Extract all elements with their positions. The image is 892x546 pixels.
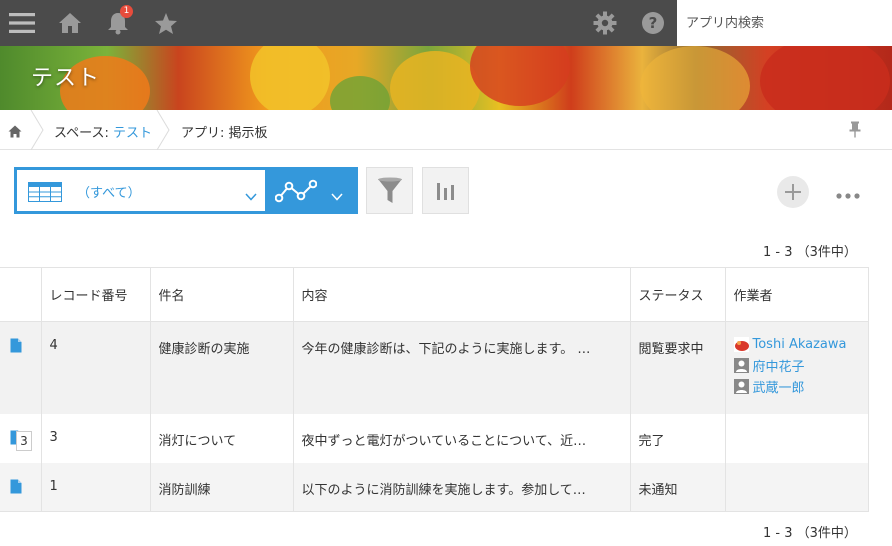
breadcrumb-separator-icon: [156, 110, 170, 150]
breadcrumb-space[interactable]: スペース: テスト: [54, 122, 152, 141]
content-cell: 今年の健康診断は、下記のように実施します。 …: [293, 321, 631, 414]
notification-badge: 1: [120, 5, 133, 18]
record-number-cell: 4: [41, 321, 151, 414]
chevron-down-icon: [245, 186, 257, 205]
subject-cell: 消灯について: [150, 413, 294, 463]
user-avatar-icon: [733, 337, 749, 352]
table-row[interactable]: 1 消防訓練 以下のように消防訓練を実施します。参加して… 未通知: [0, 462, 869, 512]
view-label: （すべて）: [77, 186, 141, 201]
menu-icon[interactable]: [8, 8, 36, 38]
bar-chart-icon: [436, 182, 454, 200]
plus-icon: [785, 184, 801, 200]
app-search-input[interactable]: [677, 0, 892, 46]
svg-text:?: ?: [649, 14, 658, 32]
notification-bell-icon[interactable]: 1: [105, 5, 133, 38]
add-record-button[interactable]: [777, 176, 809, 208]
content-cell: 以下のように消防訓練を実施します。参加して…: [293, 462, 631, 512]
pagination-bottom: 1 - 3 （3件中）: [763, 526, 857, 541]
table-header-row: レコード番号 件名 内容 ステータス 作業者: [0, 267, 869, 322]
filter-button[interactable]: [366, 167, 413, 214]
record-number-cell: 1: [41, 462, 151, 512]
status-cell: 未通知: [630, 462, 726, 512]
assignee-link[interactable]: 武蔵一郎: [733, 376, 868, 397]
breadcrumb-space-link[interactable]: テスト: [113, 126, 152, 141]
assignees-cell: [725, 413, 869, 463]
pagination-top: 1 - 3 （3件中）: [763, 245, 857, 260]
pin-icon[interactable]: [848, 121, 862, 142]
breadcrumb: スペース: テスト アプリ: 掲示板: [0, 110, 892, 150]
favorites-star-icon[interactable]: [152, 8, 180, 38]
filter-funnel-icon: [377, 177, 402, 203]
column-header-detail: [0, 267, 42, 322]
home-icon[interactable]: [56, 8, 84, 38]
record-detail-link[interactable]: [0, 321, 42, 414]
document-icon: [10, 338, 22, 353]
column-header[interactable]: ステータス: [630, 267, 726, 322]
subject-cell: 健康診断の実施: [150, 321, 294, 414]
record-detail-link[interactable]: [0, 462, 42, 512]
table-view-icon: [28, 182, 62, 206]
column-header[interactable]: 作業者: [725, 267, 869, 322]
column-header[interactable]: 内容: [293, 267, 631, 322]
record-number-cell: 3: [41, 413, 151, 463]
app-title: テスト: [31, 66, 101, 91]
status-cell: 完了: [630, 413, 726, 463]
assignees-cell: [725, 462, 869, 512]
column-header[interactable]: 件名: [150, 267, 294, 322]
breadcrumb-home-icon[interactable]: [8, 123, 22, 142]
view-dropdown[interactable]: （すべて）: [17, 170, 265, 211]
graph-icon[interactable]: [274, 178, 318, 208]
graph-chevron-down-icon[interactable]: [331, 186, 343, 205]
assignees-cell: Toshi Akazawa 府中花子 武蔵一郎: [725, 321, 869, 414]
breadcrumb-app: アプリ: 掲示板: [181, 126, 268, 141]
record-stack-badge: 3: [16, 431, 32, 451]
table-row[interactable]: 3 消灯について 夜中ずっと電灯がついていることについて、近… 完了: [0, 413, 869, 463]
help-icon[interactable]: ?: [639, 8, 667, 38]
app-banner: テスト: [0, 46, 892, 110]
records-table: レコード番号 件名 内容 ステータス 作業者 4 健康診断の実施 今年の健康診断…: [0, 267, 869, 512]
content-cell: 夜中ずっと電灯がついていることについて、近…: [293, 413, 631, 463]
chart-button[interactable]: [422, 167, 469, 214]
assignee-link[interactable]: Toshi Akazawa: [733, 334, 868, 355]
top-header: 1 ?: [0, 0, 892, 46]
document-icon: [10, 479, 22, 493]
more-options-icon[interactable]: [836, 186, 860, 205]
view-selector[interactable]: （すべて）: [14, 167, 358, 214]
breadcrumb-separator-icon: [30, 110, 44, 150]
user-avatar-icon: [733, 379, 749, 394]
user-avatar-icon: [733, 358, 749, 373]
status-cell: 閲覧要求中: [630, 321, 726, 414]
table-row[interactable]: 4 健康診断の実施 今年の健康診断は、下記のように実施します。 … 閲覧要求中 …: [0, 321, 869, 414]
column-header[interactable]: レコード番号: [41, 267, 151, 322]
assignee-link[interactable]: 府中花子: [733, 355, 868, 376]
settings-gear-icon[interactable]: [590, 8, 620, 38]
subject-cell: 消防訓練: [150, 462, 294, 512]
